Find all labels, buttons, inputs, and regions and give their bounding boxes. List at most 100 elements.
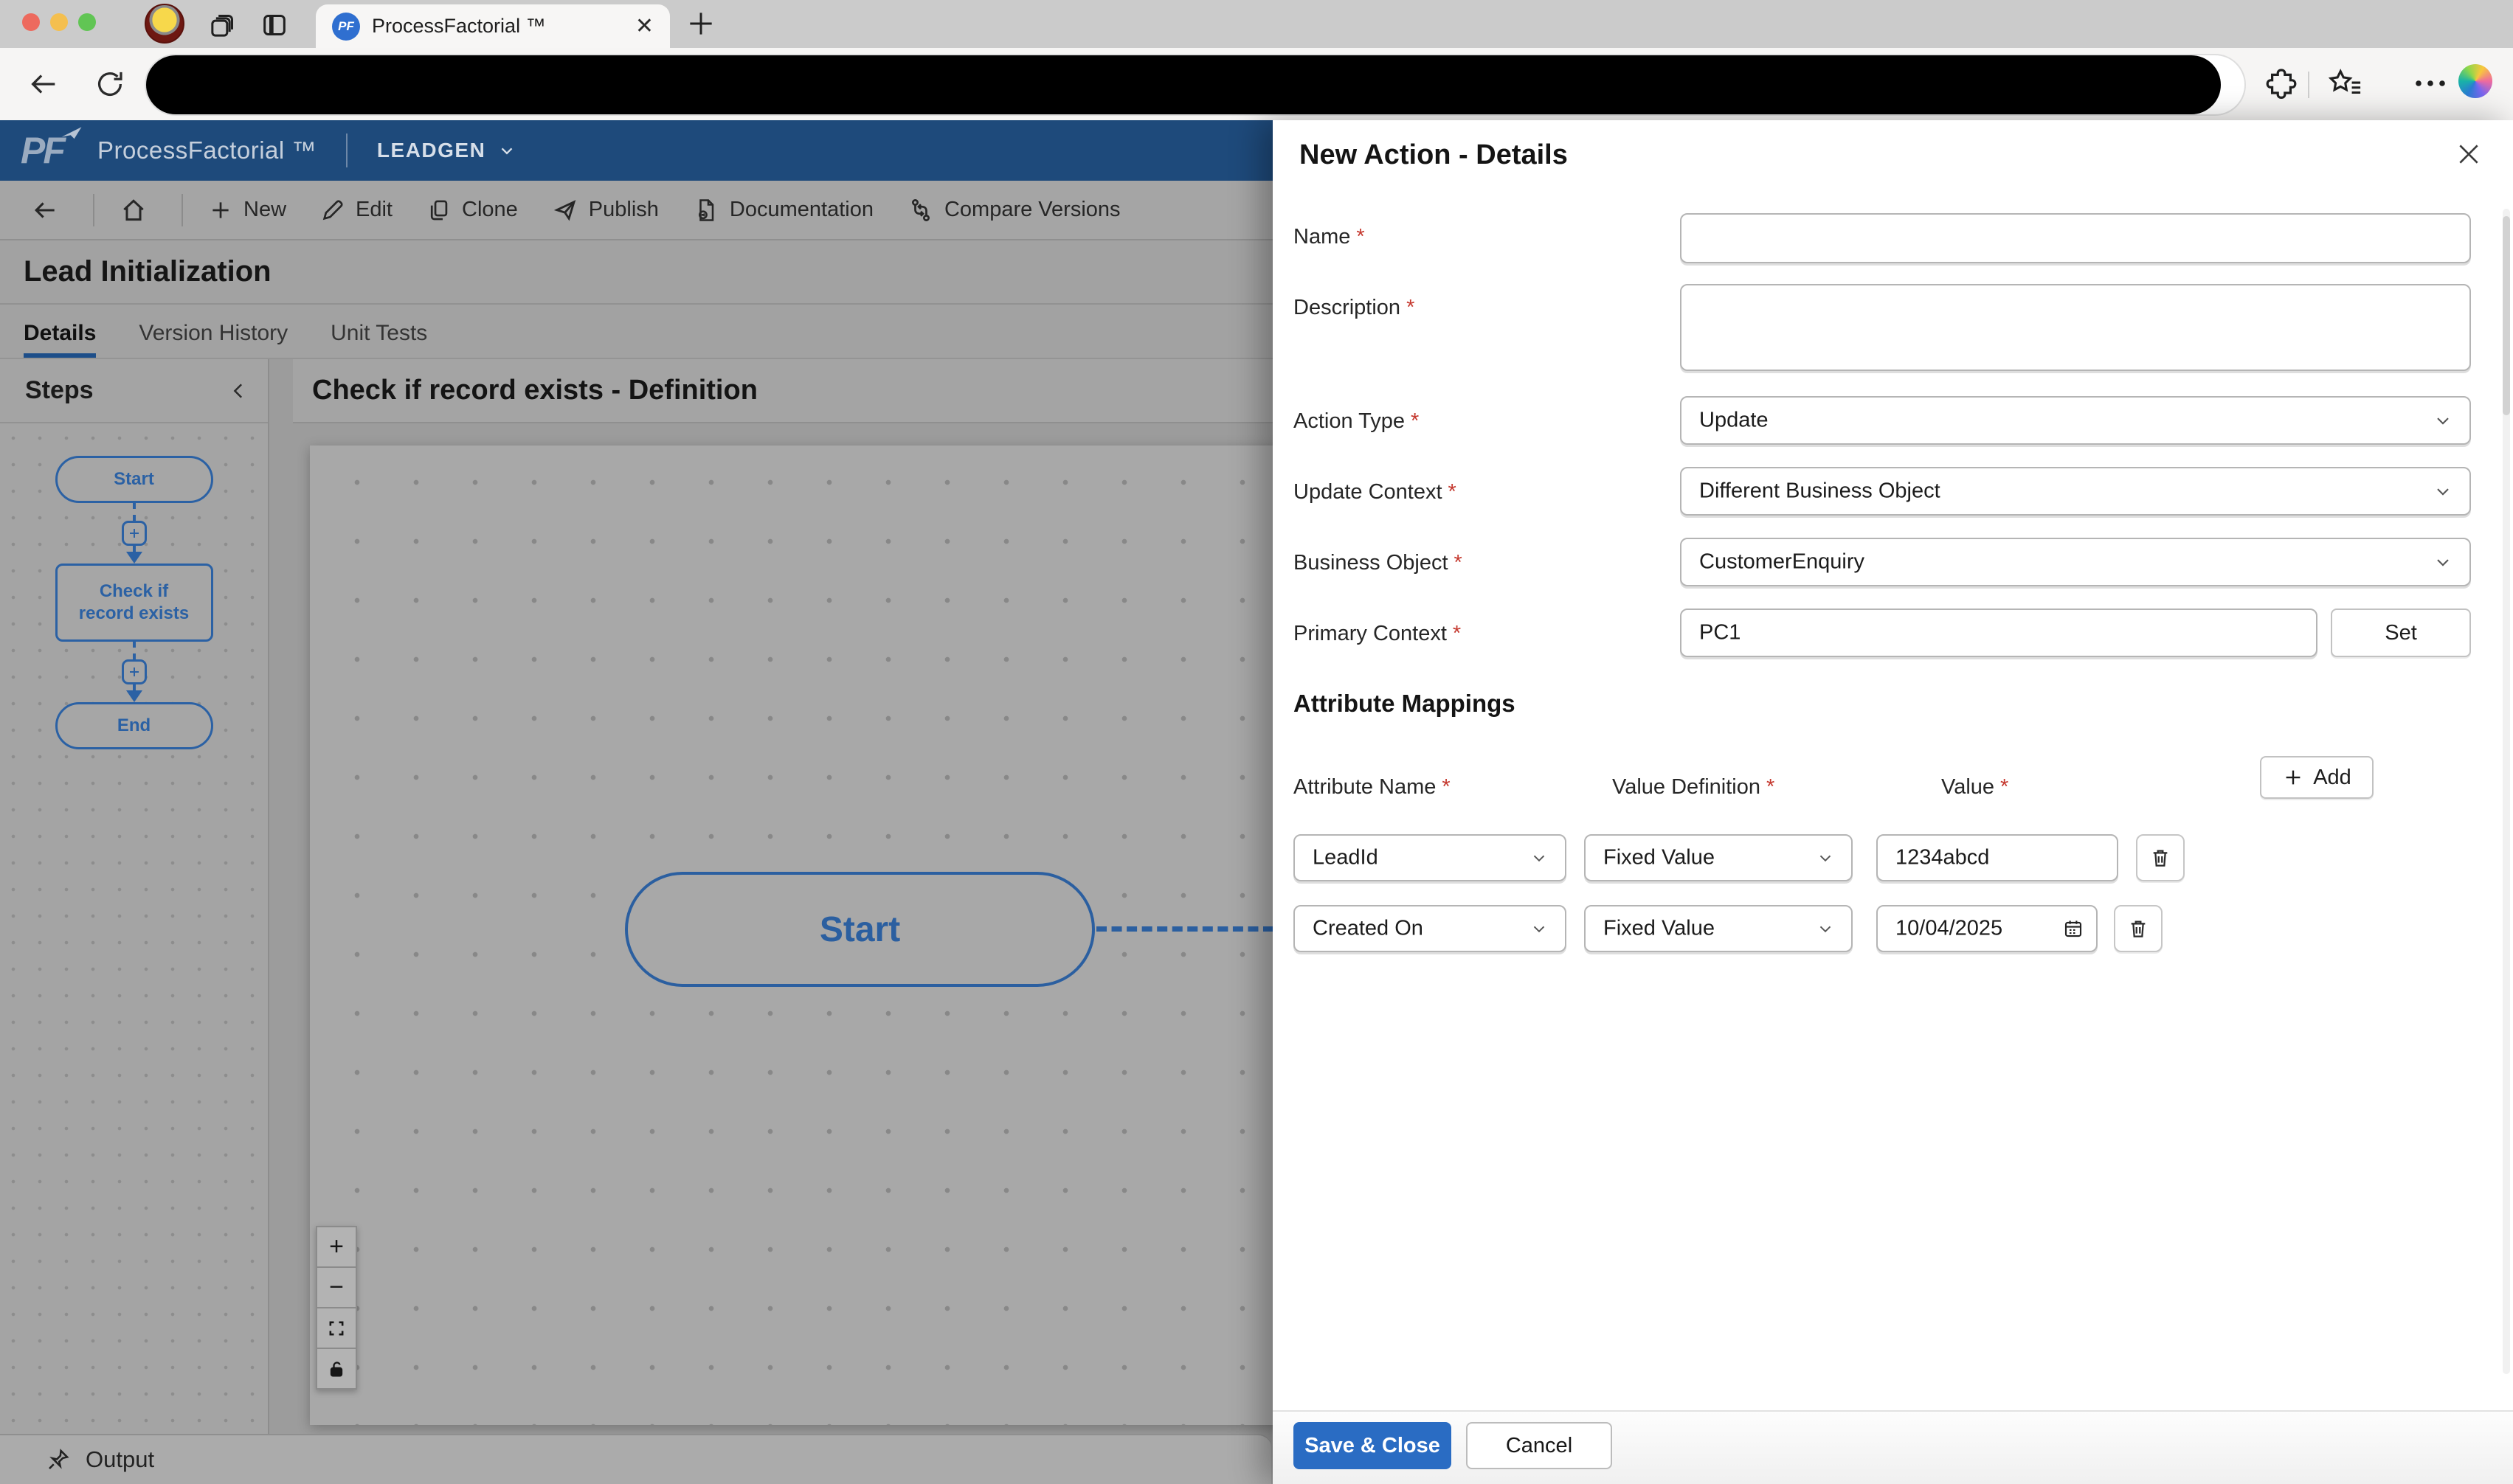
workspace-selector[interactable]: LEADGEN bbox=[377, 139, 516, 162]
collapse-chevron-left-icon[interactable] bbox=[228, 380, 250, 402]
browser-address-bar bbox=[0, 48, 2513, 120]
plus-icon bbox=[129, 529, 139, 538]
mapping-row1-attribute-select[interactable]: LeadId bbox=[1293, 834, 1566, 881]
output-bar[interactable]: Output bbox=[0, 1434, 1271, 1484]
tab-version-history[interactable]: Version History bbox=[139, 321, 288, 358]
favorites-star-icon[interactable] bbox=[2326, 66, 2362, 101]
toolbar-clone-button[interactable]: Clone bbox=[426, 198, 518, 223]
update-context-select[interactable]: Different Business Object bbox=[1680, 467, 2471, 516]
address-field[interactable] bbox=[145, 54, 2246, 116]
screen: PF ProcessFactorial ™ ✕ PF ProcessFactor… bbox=[0, 0, 2513, 1484]
pencil-icon bbox=[322, 199, 343, 220]
tab-overview-icon[interactable] bbox=[208, 10, 238, 40]
value-header: Value * bbox=[1941, 775, 2009, 799]
add-step-button[interactable] bbox=[121, 659, 147, 684]
add-step-button[interactable] bbox=[121, 521, 147, 546]
new-action-panel: New Action - Details Name * Description * … bbox=[1273, 120, 2513, 1484]
plus-icon bbox=[2286, 770, 2301, 785]
add-mapping-button[interactable]: Add bbox=[2260, 756, 2374, 799]
calendar-icon[interactable] bbox=[2062, 918, 2084, 940]
browser-menu-ellipsis-icon[interactable] bbox=[2411, 70, 2450, 97]
toolbar-compare-versions-button[interactable]: Compare Versions bbox=[908, 197, 1121, 223]
chevron-down-icon bbox=[2437, 488, 2449, 496]
trash-icon bbox=[2131, 920, 2146, 937]
primary-context-input[interactable]: PC1 bbox=[1680, 608, 2317, 657]
address-redaction bbox=[146, 55, 2221, 114]
copilot-icon[interactable] bbox=[2458, 64, 2492, 98]
toolbar-home-button[interactable] bbox=[120, 196, 148, 224]
pin-icon bbox=[49, 1449, 69, 1469]
attribute-name-header: Attribute Name * bbox=[1293, 775, 1451, 799]
traffic-light-minimize[interactable] bbox=[50, 13, 68, 31]
toolbar-new-button[interactable]: New bbox=[208, 198, 286, 223]
set-button[interactable]: Set bbox=[2331, 608, 2471, 657]
panel-scrollbar[interactable] bbox=[2503, 209, 2510, 1374]
mapping-row1-value-input[interactable]: 1234abcd bbox=[1876, 834, 2118, 881]
mapping-row2-definition-select[interactable]: Fixed Value bbox=[1584, 905, 1853, 952]
description-label: Description * bbox=[1293, 296, 1415, 319]
action-type-select[interactable]: Update bbox=[1680, 396, 2471, 445]
toolbar-edit-button[interactable]: Edit bbox=[320, 198, 393, 223]
extensions-puzzle-icon[interactable] bbox=[2264, 66, 2299, 101]
chevron-down-icon bbox=[1819, 855, 1831, 862]
panel-footer: Save & Close Cancel bbox=[1273, 1410, 2513, 1484]
reload-icon[interactable] bbox=[93, 67, 127, 101]
fit-view-icon bbox=[329, 1321, 344, 1335]
browser-tab[interactable]: PF ProcessFactorial ™ ✕ bbox=[316, 4, 670, 48]
lock-toggle-button[interactable] bbox=[316, 1348, 357, 1390]
plus-icon bbox=[129, 668, 139, 676]
step-node-check[interactable]: Check if record exists bbox=[55, 564, 213, 642]
update-context-label: Update Context * bbox=[1293, 480, 1456, 504]
output-label: Output bbox=[86, 1446, 155, 1472]
traffic-light-zoom[interactable] bbox=[78, 13, 96, 31]
steps-title: Steps bbox=[25, 376, 94, 404]
toolbar-documentation-button[interactable]: Documentation bbox=[693, 197, 874, 223]
mapping-row1-definition-select[interactable]: Fixed Value bbox=[1584, 834, 1853, 881]
trash-icon bbox=[2153, 850, 2168, 867]
mapping-row1-delete-button[interactable] bbox=[2136, 834, 2185, 881]
tab-details[interactable]: Details bbox=[24, 321, 97, 358]
step-node-end[interactable]: End bbox=[55, 702, 213, 749]
brand-title: ProcessFactorial ™ bbox=[97, 136, 317, 164]
action-type-label: Action Type * bbox=[1293, 409, 1420, 433]
zoom-in-button[interactable]: + bbox=[316, 1226, 357, 1268]
name-input[interactable] bbox=[1680, 213, 2471, 263]
cancel-button[interactable]: Cancel bbox=[1466, 1422, 1612, 1469]
header-divider bbox=[345, 134, 348, 167]
unlock-icon bbox=[330, 1361, 343, 1376]
primary-context-label: Primary Context * bbox=[1293, 622, 1462, 645]
chevron-down-icon bbox=[2437, 559, 2449, 566]
panel-close-icon[interactable] bbox=[2454, 139, 2483, 169]
sidebar-toggle-icon[interactable] bbox=[260, 10, 289, 40]
compare-branches-icon bbox=[911, 198, 930, 221]
pending-connection-line bbox=[1096, 926, 1273, 932]
canvas-node-start[interactable]: Start bbox=[625, 872, 1095, 987]
traffic-light-close[interactable] bbox=[22, 13, 40, 31]
tab-title: ProcessFactorial ™ bbox=[372, 15, 546, 37]
tab-close-icon[interactable]: ✕ bbox=[635, 13, 654, 39]
tab-favicon: PF bbox=[332, 12, 360, 41]
chevron-down-icon bbox=[1533, 855, 1545, 862]
panel-title: New Action - Details bbox=[1299, 139, 1568, 170]
zoom-out-button[interactable]: − bbox=[316, 1266, 357, 1308]
new-tab-button[interactable] bbox=[685, 7, 717, 40]
toolbar-back-button[interactable] bbox=[31, 196, 59, 224]
tab-unit-tests[interactable]: Unit Tests bbox=[331, 321, 427, 358]
save-and-close-button[interactable]: Save & Close bbox=[1293, 1422, 1451, 1469]
description-textarea[interactable] bbox=[1680, 284, 2471, 371]
mapping-row2-attribute-select[interactable]: Created On bbox=[1293, 905, 1566, 952]
steps-minimap: Start Check if record exists End bbox=[0, 425, 268, 1434]
fit-view-button[interactable] bbox=[316, 1307, 357, 1349]
chevron-down-icon bbox=[1819, 926, 1831, 933]
toolbar-publish-button[interactable]: Publish bbox=[552, 197, 659, 223]
profile-avatar[interactable] bbox=[145, 4, 184, 44]
business-object-select[interactable]: CustomerEnquiry bbox=[1680, 538, 2471, 586]
mapping-row2-date-input[interactable]: 10/04/2025 bbox=[1876, 905, 2098, 952]
attribute-mappings-title: Attribute Mappings bbox=[1293, 690, 1515, 717]
document-icon bbox=[698, 198, 714, 221]
copy-icon bbox=[430, 200, 448, 220]
mapping-row2-delete-button[interactable] bbox=[2114, 905, 2163, 952]
back-icon[interactable] bbox=[27, 67, 61, 101]
step-node-start[interactable]: Start bbox=[55, 456, 213, 503]
toolbar-divider bbox=[2308, 72, 2309, 98]
